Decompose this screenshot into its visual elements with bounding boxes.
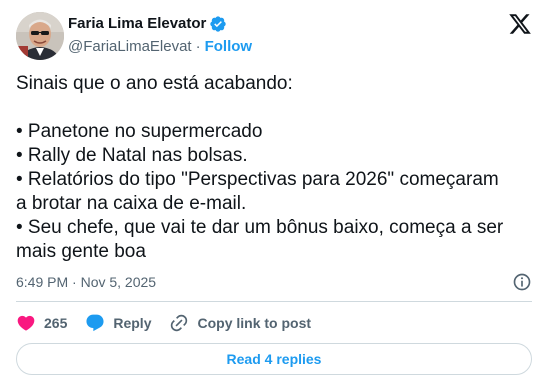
x-logo-icon[interactable] bbox=[508, 12, 532, 36]
tweet-line: • Relatórios do tipo "Perspectivas para … bbox=[16, 169, 499, 190]
tweet-timestamp[interactable]: 6:49 PM · Nov 5, 2025 bbox=[16, 272, 156, 292]
tweet-embed-card: Faria Lima Elevator @FariaLimaElevat · F… bbox=[0, 0, 548, 391]
like-button[interactable]: 265 bbox=[16, 313, 67, 333]
avatar[interactable] bbox=[16, 12, 64, 60]
info-icon[interactable] bbox=[512, 272, 532, 292]
read-replies-label: Read 4 replies bbox=[226, 351, 322, 367]
copy-link-button[interactable]: Copy link to post bbox=[169, 313, 311, 333]
link-icon bbox=[171, 314, 188, 332]
tweet-line: mais gente boa bbox=[16, 241, 146, 262]
read-replies-button[interactable]: Read 4 replies bbox=[16, 343, 532, 375]
tweet-text: Sinais que o ano está acabando: • Paneto… bbox=[16, 72, 532, 264]
separator: · bbox=[195, 38, 201, 55]
follow-button[interactable]: Follow bbox=[205, 37, 253, 57]
reply-button[interactable]: Reply bbox=[85, 313, 151, 333]
tweet-line: • Rally de Natal nas bolsas. bbox=[16, 145, 248, 166]
reply-label: Reply bbox=[113, 315, 152, 331]
avatar-image bbox=[16, 12, 64, 60]
action-bar: 265 Reply Copy link to post bbox=[16, 311, 329, 335]
tweet-line: • Seu chefe, que vai te dar um bônus bai… bbox=[16, 217, 504, 238]
author-name-row: Faria Lima Elevator bbox=[68, 14, 227, 34]
heart-icon bbox=[17, 315, 35, 331]
tweet-line: a brotar na caixa de e-mail. bbox=[16, 193, 247, 214]
tweet-line: Sinais que o ano está acabando: bbox=[16, 73, 293, 94]
like-count: 265 bbox=[44, 315, 68, 331]
author-handle-row: @FariaLimaElevat · Follow bbox=[68, 37, 252, 57]
divider bbox=[16, 301, 532, 302]
tweet-line-blank bbox=[16, 96, 532, 120]
tweet-line: • Panetone no supermercado bbox=[16, 121, 263, 142]
author-display-name[interactable]: Faria Lima Elevator bbox=[68, 14, 206, 34]
copy-link-label: Copy link to post bbox=[197, 315, 312, 331]
reply-bubble-icon bbox=[86, 314, 104, 332]
author-handle[interactable]: @FariaLimaElevat bbox=[68, 37, 192, 57]
verified-badge-icon bbox=[210, 16, 227, 32]
